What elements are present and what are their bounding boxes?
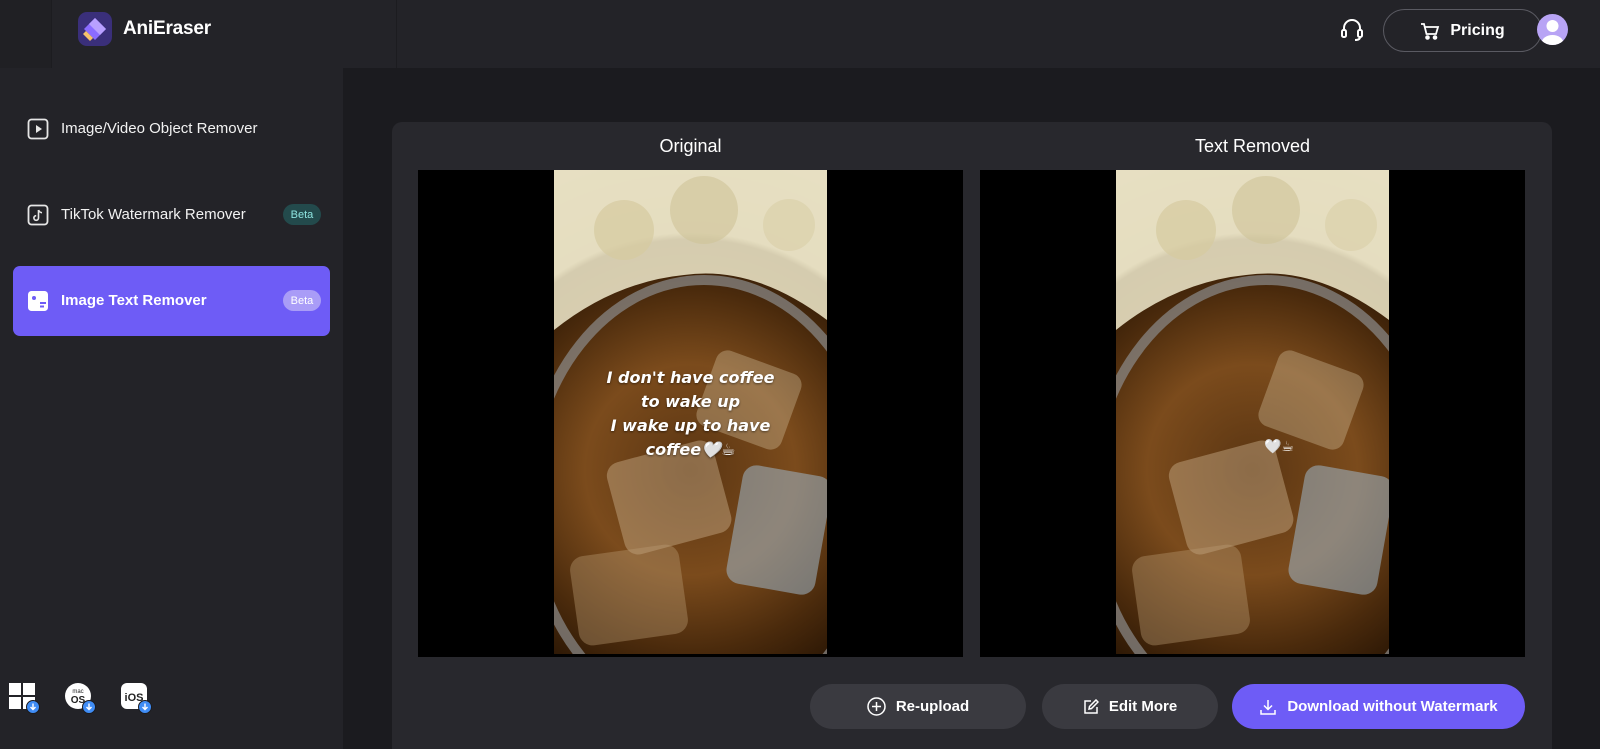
top-left-pane xyxy=(0,0,52,68)
sidebar-item-object-remover[interactable]: Image/Video Object Remover xyxy=(13,94,330,164)
pricing-label: Pricing xyxy=(1450,21,1505,39)
result-image-viewer: 🤍☕ xyxy=(980,170,1525,657)
result-title: Text Removed xyxy=(1194,136,1311,156)
edit-more-button[interactable]: Edit More xyxy=(1042,684,1218,729)
edit-icon xyxy=(1084,698,1099,714)
download-icon xyxy=(1260,699,1277,715)
image-text-icon xyxy=(28,291,48,311)
original-title: Original xyxy=(659,136,722,156)
result-photo: 🤍☕ xyxy=(1116,170,1389,654)
macos-download-icon[interactable]: mac OS xyxy=(64,682,96,714)
pricing-button[interactable]: Pricing xyxy=(1383,9,1542,52)
sidebar-item-tiktok-watermark[interactable]: TikTok Watermark Remover Beta xyxy=(13,180,330,250)
sidebar-item-label: Image/Video Object Remover xyxy=(61,120,258,137)
original-photo: I don't have coffee to wake up I wake up… xyxy=(554,170,827,654)
sidebar: Image/Video Object Remover TikTok Waterm… xyxy=(0,68,343,749)
platform-downloads: mac OS iOS xyxy=(8,682,152,714)
beta-badge: Beta xyxy=(283,204,321,225)
sidebar-item-label: TikTok Watermark Remover xyxy=(61,206,246,223)
play-square-icon xyxy=(27,118,49,140)
top-bar: AniEraser Pricing xyxy=(0,0,1600,68)
sidebar-item-image-text-remover[interactable]: Image Text Remover Beta xyxy=(13,266,330,336)
aniEraser-logo-icon[interactable] xyxy=(78,12,112,46)
reupload-label: Re-upload xyxy=(895,698,970,715)
overlay-line: coffee🤍☕ xyxy=(645,440,736,459)
cart-icon xyxy=(1421,22,1440,40)
download-arrow-icon xyxy=(82,700,96,714)
download-arrow-icon xyxy=(26,700,40,714)
comparison-panel: Original Text Removed I don't have coffe… xyxy=(392,122,1552,749)
overlay-line: I don't have coffee xyxy=(606,368,775,387)
plus-circle-icon xyxy=(867,697,886,716)
original-overlay-text: I don't have coffee to wake up I wake up… xyxy=(554,366,827,462)
download-arrow-icon xyxy=(138,700,152,714)
residual-mark: 🤍☕ xyxy=(1264,438,1294,454)
reupload-button[interactable]: Re-upload xyxy=(810,684,1026,729)
brand-name: AniEraser xyxy=(123,18,211,39)
original-image-viewer: I don't have coffee to wake up I wake up… xyxy=(418,170,963,657)
windows-download-icon[interactable] xyxy=(8,682,40,714)
overlay-line: I wake up to have xyxy=(610,416,771,435)
sidebar-item-label: Image Text Remover xyxy=(61,292,207,309)
ios-download-icon[interactable]: iOS xyxy=(120,682,152,714)
overlay-line: to wake up xyxy=(640,392,741,411)
tiktok-icon xyxy=(27,204,49,226)
headset-icon[interactable] xyxy=(1338,16,1366,44)
beta-badge: Beta xyxy=(283,290,321,311)
download-label: Download without Watermark xyxy=(1287,698,1498,715)
download-button[interactable]: Download without Watermark xyxy=(1232,684,1525,729)
user-avatar-icon[interactable] xyxy=(1537,14,1568,45)
edit-more-label: Edit More xyxy=(1108,698,1178,715)
